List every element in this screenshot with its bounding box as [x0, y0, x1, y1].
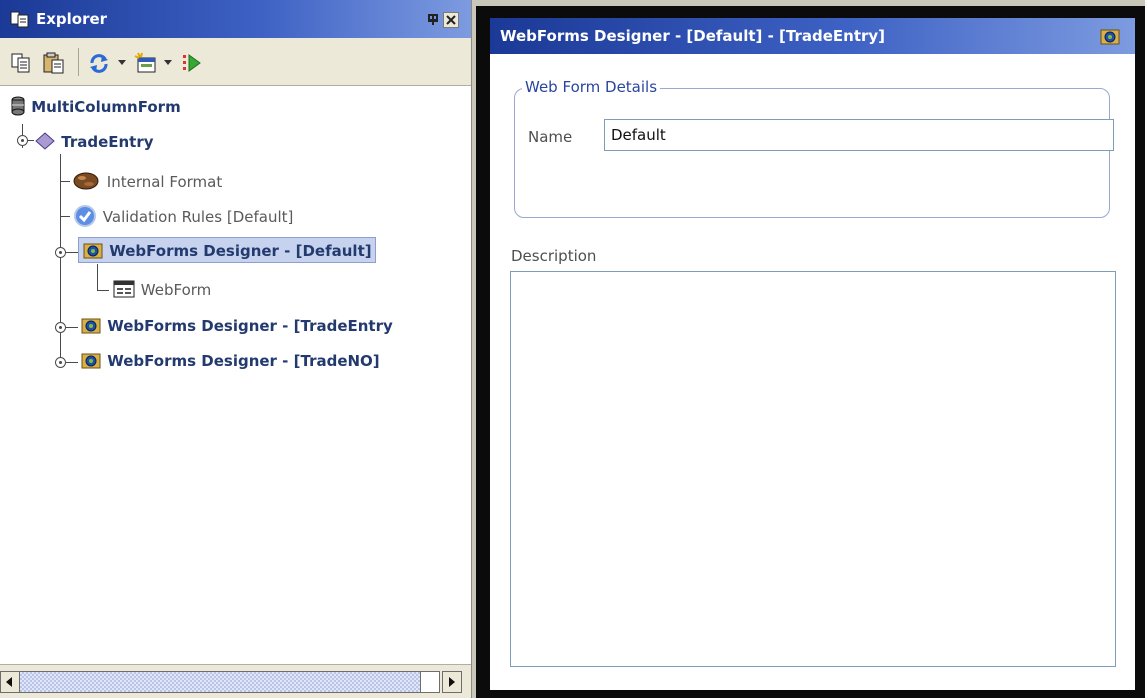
designer-icon [82, 242, 109, 260]
tree-node-tradeentry[interactable]: TradeEntry [34, 131, 154, 151]
tree-label: Validation Rules [Default] [102, 208, 294, 226]
expander-tradeentry[interactable] [17, 135, 28, 146]
web-form-details-legend: Web Form Details [522, 78, 661, 96]
explorer-tree: MultiColumnForm TradeEntry Internal Form… [0, 86, 471, 664]
tree-item-internal-format[interactable]: Internal Format [72, 170, 222, 192]
explorer-title: Explorer [36, 10, 108, 28]
tree-label: WebForm [140, 281, 212, 299]
description-label: Description [511, 247, 597, 265]
designer-title: WebForms Designer - [Default] - [TradeEn… [500, 27, 886, 45]
tree-label: WebForms Designer - [TradeNO] [107, 352, 380, 370]
description-textarea[interactable] [510, 271, 1116, 667]
new-dropdown-icon[interactable] [164, 60, 172, 65]
tree-item-designer-tradeentry[interactable]: WebForms Designer - [TradeEntry [80, 315, 393, 335]
internal-format-icon [72, 172, 107, 191]
horizontal-scrollbar[interactable] [0, 664, 471, 698]
database-icon [10, 96, 31, 116]
explorer-panel: Explorer MultiColumnForm TradeEntry Inte… [0, 0, 472, 698]
tree-label: TradeEntry [61, 133, 154, 151]
refresh-icon[interactable] [88, 52, 110, 78]
designer-body: Web Form Details Name Description [490, 54, 1135, 690]
webform-icon [112, 280, 141, 299]
tree-item-designer-tradeno[interactable]: WebForms Designer - [TradeNO] [80, 350, 380, 370]
new-webform-icon[interactable] [134, 52, 158, 78]
tree-item-validation-rules[interactable]: Validation Rules [Default] [72, 205, 293, 227]
explorer-title-bar: Explorer [0, 0, 471, 38]
tree-label: WebForms Designer - [Default] [109, 242, 372, 260]
scroll-thumb[interactable] [420, 671, 440, 693]
name-label: Name [528, 128, 573, 146]
tree-item-designer-default[interactable]: WebForms Designer - [Default] [78, 237, 376, 263]
tree-label: MultiColumnForm [31, 98, 181, 116]
expander-designer-tradeno[interactable] [55, 357, 66, 368]
copy-icon[interactable] [10, 52, 32, 78]
pin-icon[interactable] [427, 13, 439, 31]
expander-designer-tradeentry[interactable] [55, 322, 66, 333]
scroll-left-button[interactable] [0, 671, 20, 693]
tree-root-multicolumnform[interactable]: MultiColumnForm [10, 96, 181, 116]
tree-item-webform[interactable]: WebForm [112, 279, 211, 299]
designer-icon [1099, 26, 1121, 50]
tree-label: Internal Format [106, 173, 223, 191]
designer-icon [80, 352, 107, 370]
paste-icon[interactable] [42, 52, 66, 78]
diamond-icon [34, 132, 61, 151]
explorer-toolbar [0, 38, 471, 86]
tree-label: WebForms Designer - [TradeEntry [107, 317, 393, 335]
designer-icon [80, 317, 107, 335]
expander-designer-default[interactable] [55, 247, 66, 258]
close-icon[interactable] [443, 12, 459, 28]
explorer-icon [10, 10, 30, 32]
designer-title-bar: WebForms Designer - [Default] - [TradeEn… [490, 18, 1135, 54]
run-icon[interactable] [181, 52, 203, 78]
web-form-details-group [514, 88, 1110, 218]
name-input[interactable] [604, 119, 1114, 151]
scroll-right-button[interactable] [442, 671, 462, 693]
scroll-track[interactable] [20, 671, 420, 693]
check-circle-icon [72, 205, 103, 227]
refresh-dropdown-icon[interactable] [118, 60, 126, 65]
